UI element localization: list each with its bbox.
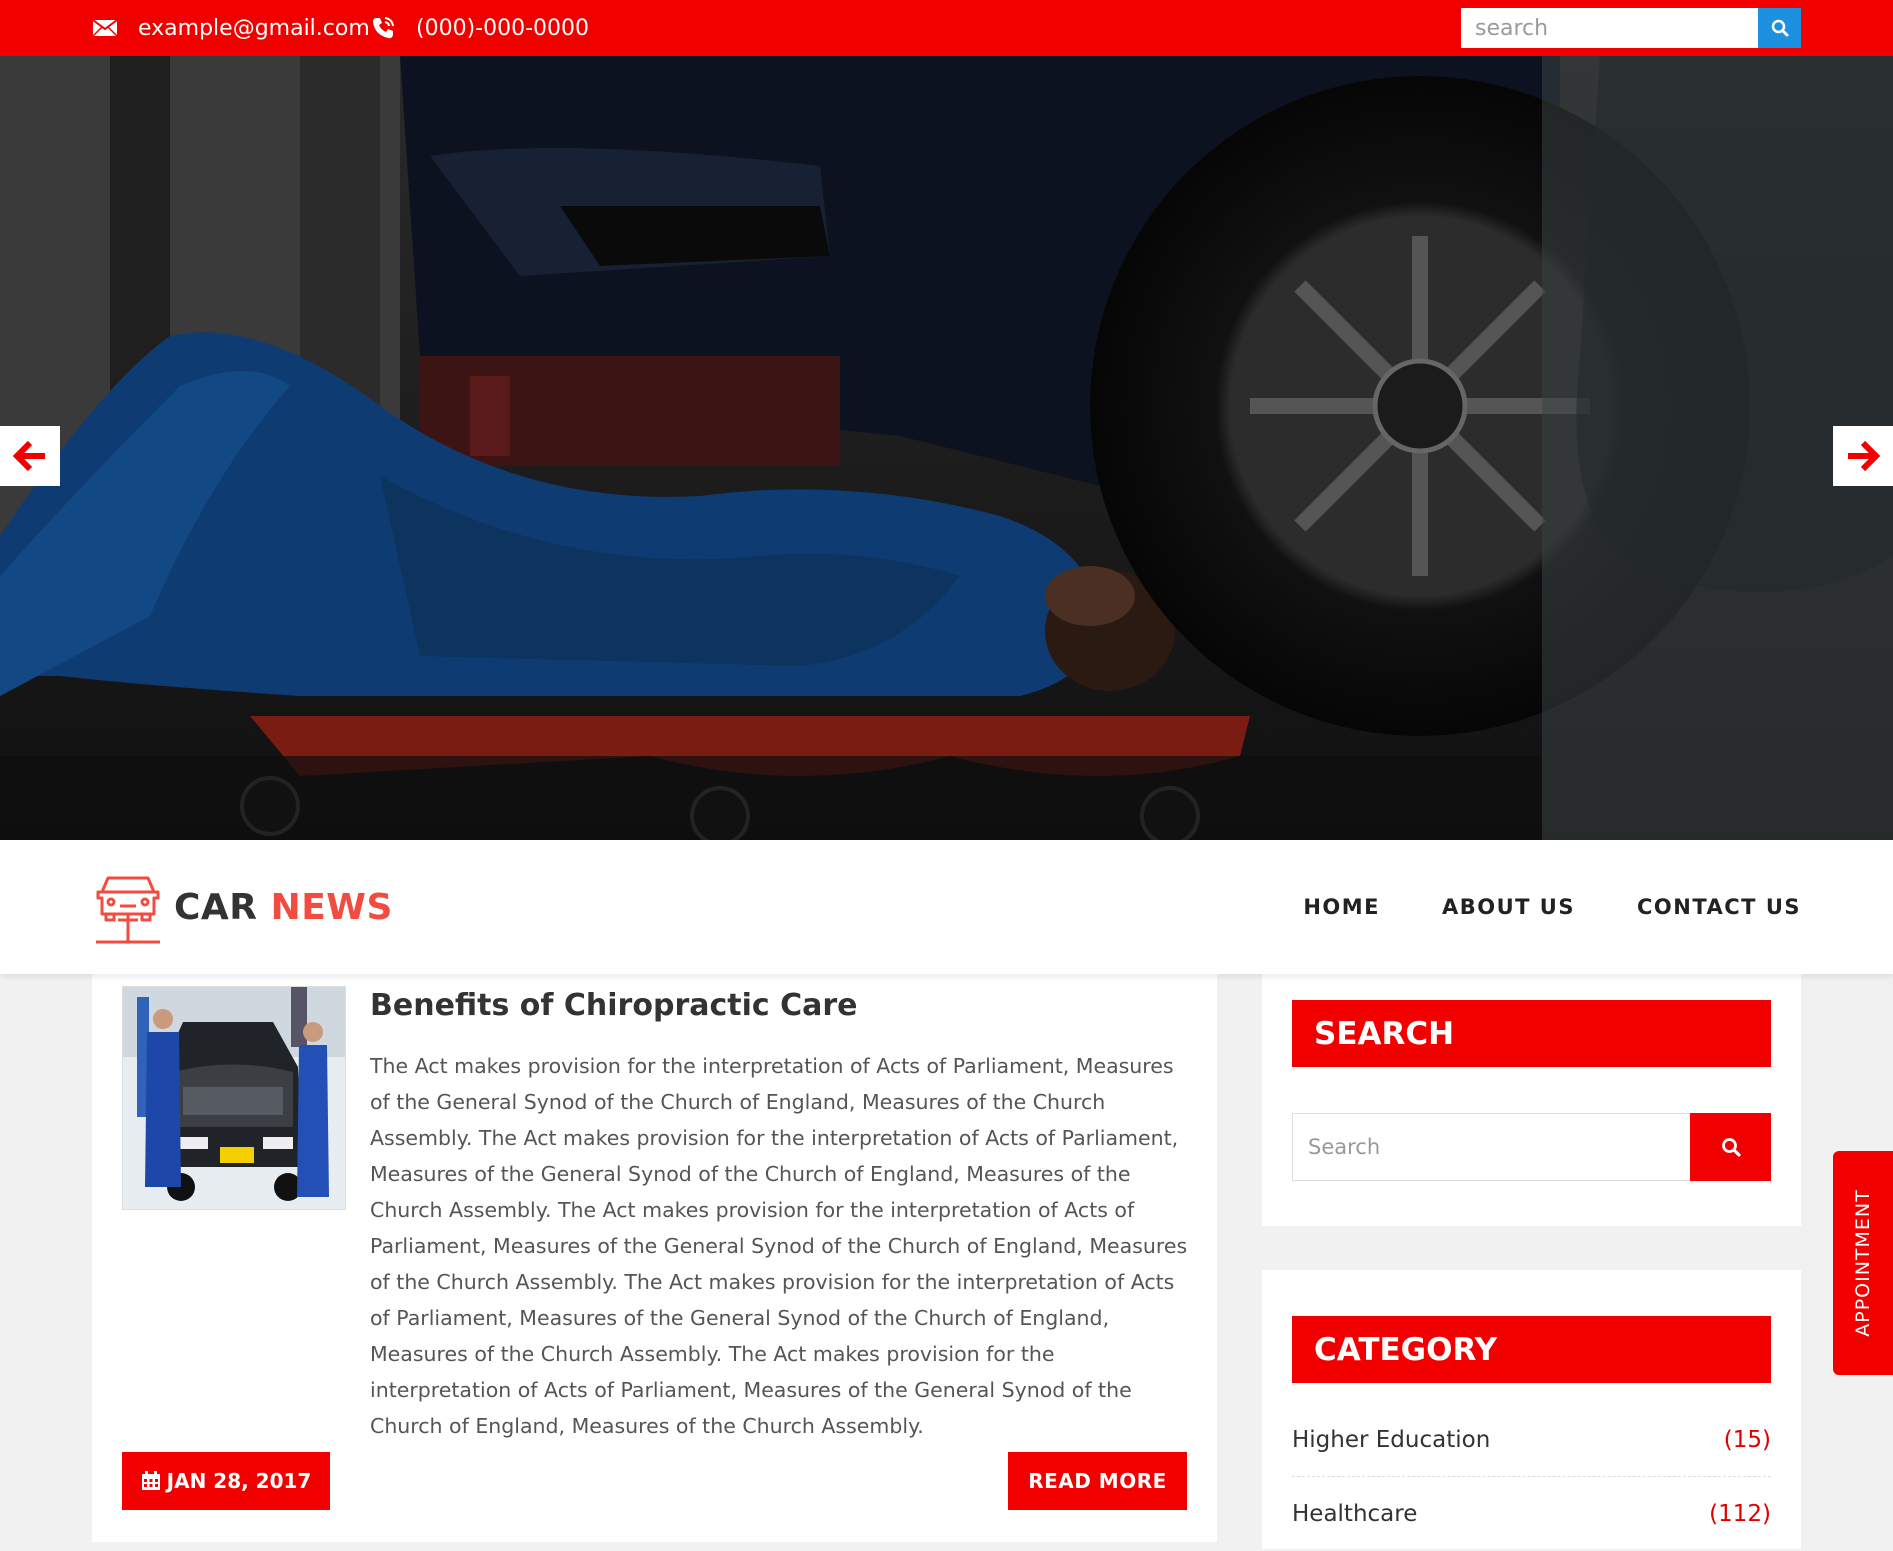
category-item[interactable]: Higher Education (15) <box>1292 1403 1771 1477</box>
category-count: (15) <box>1723 1426 1771 1453</box>
site-header: CAR NEWS HOME ABOUT US CONTACT US <box>0 840 1893 974</box>
car-lift-logo-icon <box>96 876 160 943</box>
slider-next-button[interactable] <box>1833 426 1893 486</box>
category-name: Healthcare <box>1292 1501 1418 1527</box>
main-nav: HOME ABOUT US CONTACT US <box>1241 840 1801 974</box>
phone-icon <box>373 17 394 39</box>
top-search-input[interactable] <box>1461 8 1758 48</box>
nav-home[interactable]: HOME <box>1303 895 1380 919</box>
hero-slider <box>0 56 1893 840</box>
arrow-right-icon <box>1848 440 1880 472</box>
top-bar: example@gmail.com (000)-000-0000 <box>0 0 1893 56</box>
arrow-left-icon <box>13 440 45 472</box>
nav-about-us[interactable]: ABOUT US <box>1442 895 1575 919</box>
top-search <box>1461 8 1801 48</box>
logo-word-car: CAR <box>174 887 258 928</box>
blog-post-card: Benefits of Chiropractic Care The Act ma… <box>92 974 1217 1542</box>
category-name: Higher Education <box>1292 1426 1491 1453</box>
appointment-tab[interactable]: APPOINTMENT <box>1833 1151 1893 1375</box>
sidebar-search <box>1292 1113 1771 1181</box>
search-icon <box>1771 19 1788 37</box>
sidebar-search-input[interactable] <box>1292 1113 1690 1181</box>
post-title[interactable]: Benefits of Chiropractic Care <box>370 988 858 1023</box>
category-widget-title: CATEGORY <box>1292 1316 1771 1383</box>
category-item[interactable]: Healthcare (112) <box>1292 1477 1771 1551</box>
slider-prev-button[interactable] <box>0 426 60 486</box>
contact-email[interactable]: example@gmail.com <box>92 0 370 56</box>
envelope-icon <box>92 19 118 37</box>
category-count: (112) <box>1709 1501 1771 1527</box>
hero-image <box>0 56 1893 840</box>
site-logo[interactable]: CAR NEWS <box>92 870 393 945</box>
appointment-label: APPOINTMENT <box>1852 1189 1875 1337</box>
nav-contact-us[interactable]: CONTACT US <box>1637 895 1801 919</box>
category-widget: CATEGORY Higher Education (15) Healthcar… <box>1262 1270 1801 1549</box>
post-thumbnail[interactable] <box>122 986 346 1210</box>
top-search-button[interactable] <box>1758 8 1801 48</box>
contact-phone[interactable]: (000)-000-0000 <box>370 0 589 56</box>
logo-text: CAR NEWS <box>174 887 393 928</box>
post-date: JAN 28, 2017 <box>166 1469 312 1493</box>
read-more-button[interactable]: READ MORE <box>1008 1452 1187 1510</box>
post-excerpt: The Act makes provision for the interpre… <box>370 1054 1188 1438</box>
calendar-icon <box>141 1471 160 1490</box>
search-icon <box>1721 1138 1741 1157</box>
email-text: example@gmail.com <box>138 15 370 41</box>
search-widget: SEARCH <box>1262 974 1801 1226</box>
logo-word-news: NEWS <box>270 887 393 928</box>
sidebar-search-button[interactable] <box>1690 1113 1771 1181</box>
post-thumbnail-image <box>123 987 345 1209</box>
search-widget-title: SEARCH <box>1292 1000 1771 1067</box>
post-date-button[interactable]: JAN 28, 2017 <box>122 1452 330 1510</box>
phone-text: (000)-000-0000 <box>416 15 590 41</box>
